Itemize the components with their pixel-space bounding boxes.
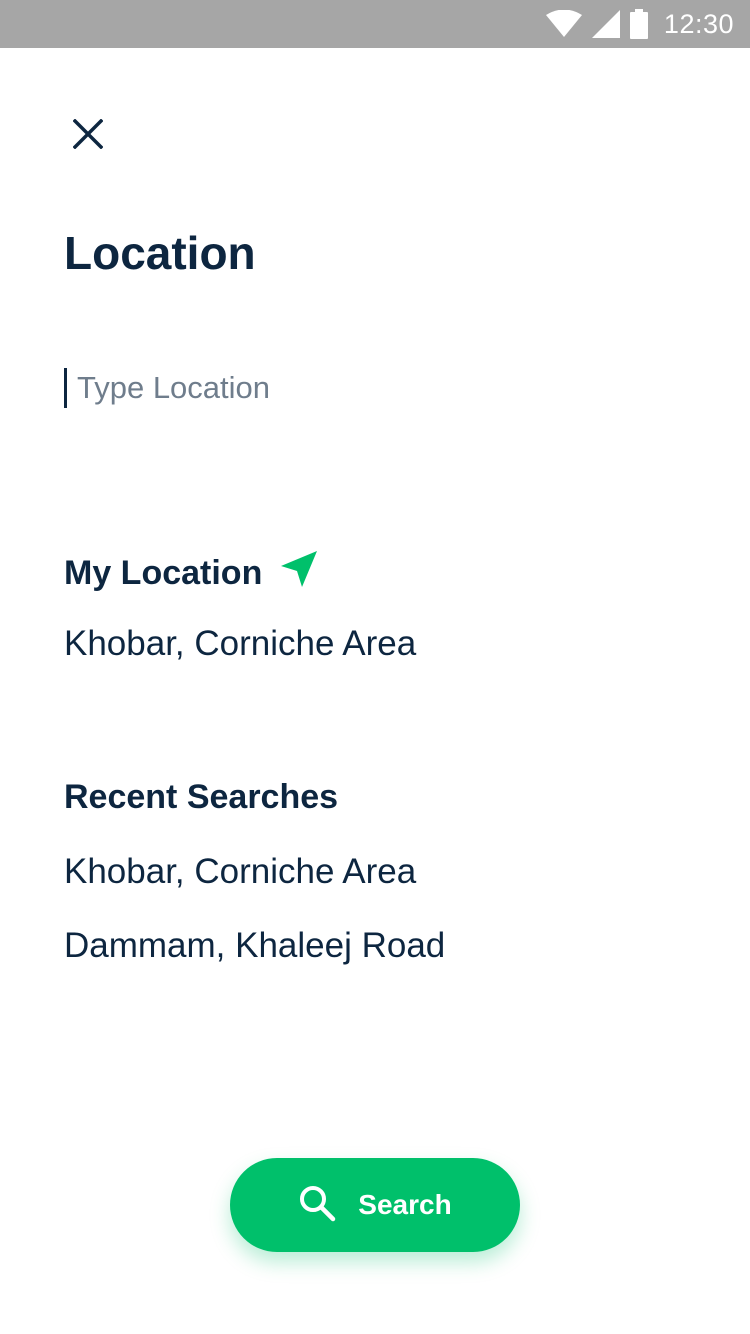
close-button[interactable] [64,112,112,160]
wifi-icon [545,10,582,38]
recent-searches-heading: Recent Searches [64,778,339,816]
search-icon [298,1184,336,1227]
search-button-label: Search [358,1189,452,1220]
battery-icon [629,9,648,39]
status-time: 12:30 [663,8,734,39]
location-screen: 12:30 Location My Location Khobar, Corni… [0,0,750,1334]
my-location-item[interactable]: Khobar, Corniche Area [64,624,416,664]
my-location-heading: My Location [64,550,318,597]
cell-signal-icon [591,10,620,38]
location-search-field[interactable] [64,366,684,410]
my-location-heading-label: My Location [64,554,263,592]
close-icon[interactable] [72,118,104,154]
text-caret [64,368,67,408]
status-bar: 12:30 [0,0,750,48]
navigation-arrow-icon[interactable] [280,550,318,597]
location-search-input[interactable] [77,370,637,406]
recent-search-item[interactable]: Khobar, Corniche Area [64,852,416,892]
page-title: Location [64,227,256,279]
search-button[interactable]: Search [230,1158,520,1252]
recent-search-item[interactable]: Dammam, Khaleej Road [64,926,445,966]
